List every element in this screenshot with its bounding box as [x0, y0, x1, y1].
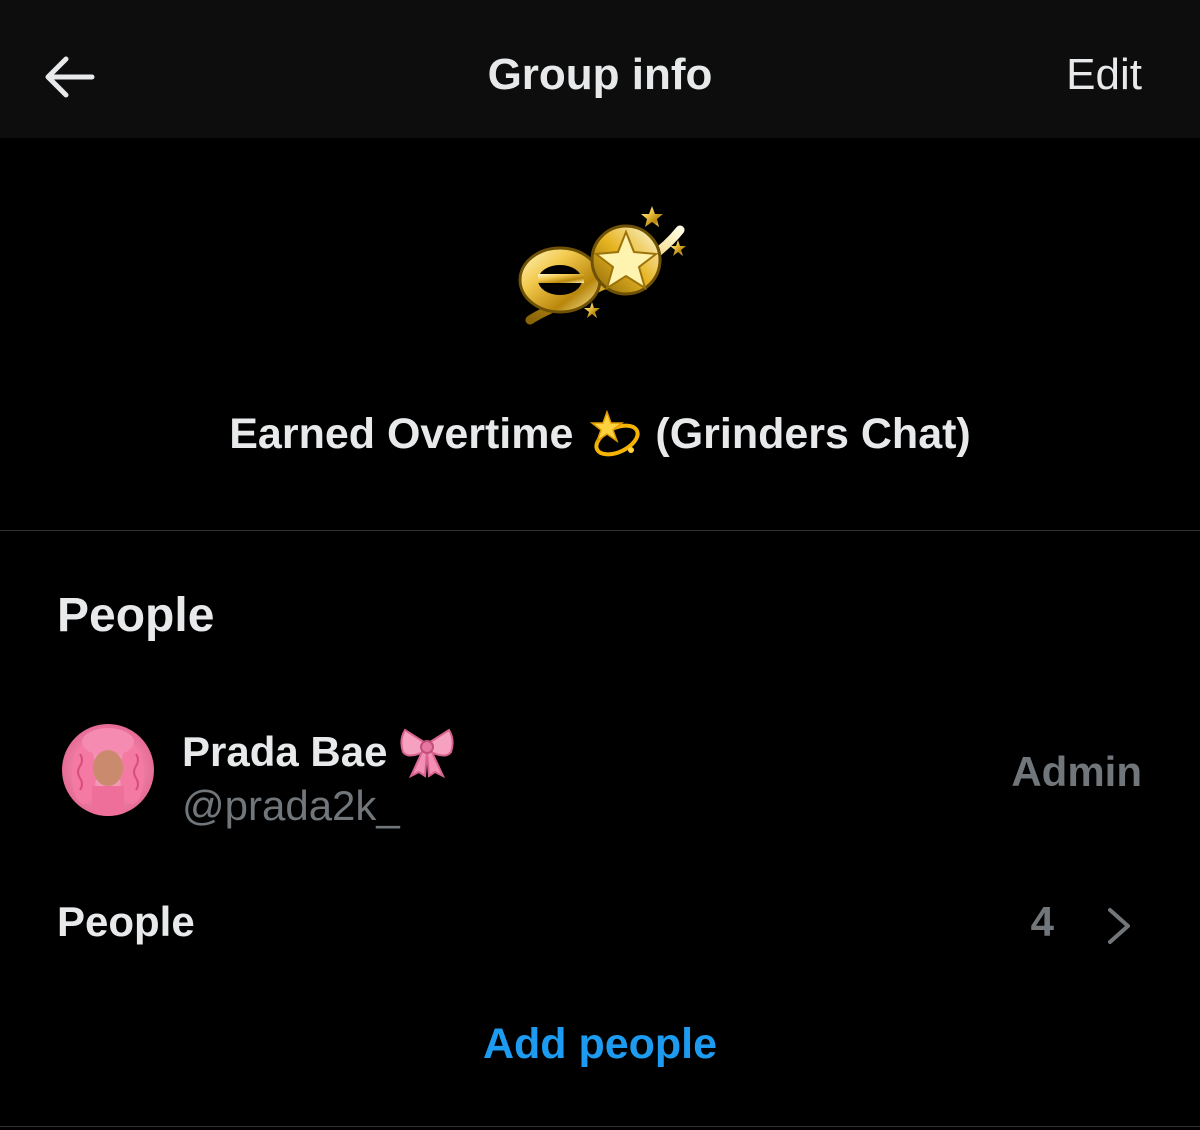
pink-ribbon-emoji-icon: [400, 728, 455, 778]
group-name: Earned Overtime (Grinders Chat): [0, 406, 1200, 462]
chevron-right-icon: [1108, 908, 1130, 944]
top-bar: Group info Edit: [0, 0, 1200, 138]
member-name: Prada Bae: [182, 726, 455, 778]
people-list-row[interactable]: People 4: [0, 870, 1200, 980]
back-button[interactable]: [36, 44, 102, 110]
people-section-title: People: [57, 589, 215, 642]
gold-e-star-logo-icon: [518, 206, 686, 325]
people-count: 4: [1030, 898, 1054, 945]
member-handle: @prada2k_: [182, 782, 400, 829]
edit-button[interactable]: Edit: [1066, 50, 1142, 100]
page-title: Group info: [487, 50, 713, 99]
member-name-text: Prada Bae: [182, 728, 388, 775]
people-row-label: People: [57, 898, 195, 945]
avatar[interactable]: [62, 724, 154, 816]
member-role-badge: Admin: [1011, 748, 1142, 795]
dizzy-emoji-icon: [590, 409, 640, 457]
avatar-image: [62, 724, 154, 816]
group-name-part2: (Grinders Chat): [655, 409, 971, 458]
add-people-button[interactable]: Add people: [0, 1020, 1200, 1069]
arrow-left-icon: [45, 56, 95, 98]
group-name-part1: Earned Overtime: [229, 409, 574, 458]
group-avatar[interactable]: [510, 200, 694, 330]
bottom-divider: [0, 1126, 1200, 1127]
divider: [0, 530, 1200, 531]
member-row[interactable]: Prada Bae @prada2k_ Admin: [0, 710, 1200, 830]
